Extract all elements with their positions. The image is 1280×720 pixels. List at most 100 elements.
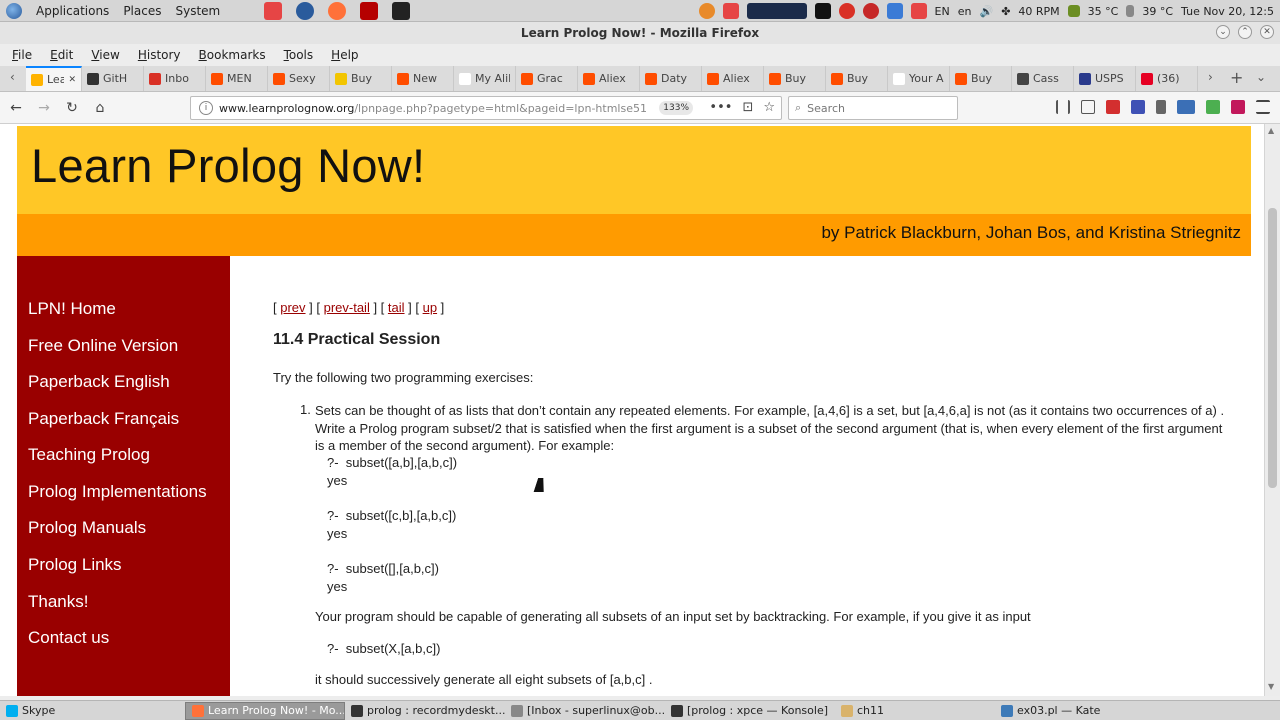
close-icon[interactable]: ✕: [1260, 25, 1274, 39]
menu-view[interactable]: View: [91, 48, 119, 62]
browser-tab[interactable]: Buy: [826, 66, 888, 91]
menu-edit[interactable]: Edit: [50, 48, 73, 62]
sidebar-icon[interactable]: [1081, 100, 1095, 114]
home-icon[interactable]: ⌂: [88, 96, 112, 120]
tray-app-icon[interactable]: [698, 3, 715, 19]
site-info-icon[interactable]: i: [199, 101, 213, 115]
extension-4-icon[interactable]: [1231, 100, 1245, 114]
tray-app3-icon[interactable]: [862, 3, 879, 19]
nav-link-tail[interactable]: tail: [388, 300, 405, 315]
scrollbar-thumb[interactable]: [1268, 208, 1277, 488]
browser-tab[interactable]: Sexy: [268, 66, 330, 91]
tray-skype-icon[interactable]: [886, 3, 903, 19]
taskbar-item-label: ch11: [857, 704, 885, 717]
scroll-up-icon[interactable]: ▲: [1268, 126, 1274, 135]
browser-tab[interactable]: Learn ✕: [26, 66, 82, 91]
minimize-icon[interactable]: ⌄: [1216, 25, 1230, 39]
download-helper-icon[interactable]: [1106, 100, 1120, 114]
clock[interactable]: Tue Nov 20, 12:5: [1181, 5, 1274, 18]
launcher-thunderbird-icon[interactable]: [296, 1, 315, 20]
sidebar-link-paperback-francais[interactable]: Paperback Français: [28, 409, 179, 429]
browser-tab[interactable]: My AliEx: [454, 66, 516, 91]
taskbar-item[interactable]: [Inbox - superlinux@ob...: [505, 702, 665, 720]
nav-link-prev[interactable]: prev: [280, 300, 305, 315]
tray-lang-indicator[interactable]: EN: [935, 5, 950, 18]
bookmark-star-icon[interactable]: ☆: [763, 100, 775, 115]
taskbar-item[interactable]: Skype: [0, 702, 185, 720]
browser-tab[interactable]: Aliex: [702, 66, 764, 91]
browser-tab[interactable]: Buy: [950, 66, 1012, 91]
library-icon[interactable]: [1056, 100, 1070, 114]
launcher-app-icon[interactable]: [264, 1, 283, 20]
page-scrollbar[interactable]: ▲ ▼: [1264, 124, 1280, 696]
os-menu-places[interactable]: Places: [123, 4, 161, 18]
sidebar-link-free-online[interactable]: Free Online Version: [28, 336, 178, 356]
browser-tab[interactable]: Buy: [330, 66, 392, 91]
launcher-terminal-icon[interactable]: [392, 1, 411, 20]
launcher-firefox-icon[interactable]: [328, 1, 347, 20]
tray-recorder-icon[interactable]: [722, 3, 739, 19]
sidebar-link-home[interactable]: LPN! Home: [28, 299, 116, 319]
new-tab-icon[interactable]: +: [1230, 68, 1243, 87]
search-input[interactable]: ⌕ Search: [788, 96, 958, 120]
url-bar[interactable]: i www.learnprolognow.org/lpnpage.php?pag…: [190, 96, 782, 120]
tab-list-icon[interactable]: ⌄: [1256, 70, 1266, 84]
nav-link-prev-tail[interactable]: prev-tail: [324, 300, 370, 315]
taskbar-item[interactable]: ch11: [835, 702, 995, 720]
browser-tab[interactable]: Aliex: [578, 66, 640, 91]
nav-link-up[interactable]: up: [423, 300, 437, 315]
taskbar-item-label: prolog : recordmydeskt...: [367, 704, 505, 717]
browser-tab[interactable]: Cass: [1012, 66, 1074, 91]
sidebar-link-implementations[interactable]: Prolog Implementations: [28, 482, 207, 502]
hamburger-menu-icon[interactable]: [1256, 100, 1270, 114]
browser-tab[interactable]: Buy: [764, 66, 826, 91]
menu-tools[interactable]: Tools: [284, 48, 314, 62]
menu-file[interactable]: File: [12, 48, 32, 62]
tray-lang-indicator-2[interactable]: en: [958, 5, 972, 18]
forward-icon[interactable]: →: [32, 96, 56, 120]
sidebar-link-paperback-english[interactable]: Paperback English: [28, 372, 170, 392]
taskbar-item[interactable]: Learn Prolog Now! - Mo...: [185, 701, 345, 720]
tab-scroll-left-icon[interactable]: ‹: [10, 70, 15, 84]
browser-tab[interactable]: GitH: [82, 66, 144, 91]
browser-tab[interactable]: MEN: [206, 66, 268, 91]
os-menu-system[interactable]: System: [175, 4, 220, 18]
pocket-icon[interactable]: ⊡: [742, 100, 753, 115]
sidebar-link-thanks[interactable]: Thanks!: [28, 592, 88, 612]
volume-icon[interactable]: 🔊: [979, 5, 993, 18]
browser-tab[interactable]: New: [392, 66, 454, 91]
sidebar-link-links[interactable]: Prolog Links: [28, 555, 122, 575]
scroll-down-icon[interactable]: ▼: [1268, 682, 1274, 691]
browser-tab[interactable]: Grac: [516, 66, 578, 91]
taskbar-item[interactable]: prolog : recordmydeskt...: [345, 702, 505, 720]
menu-help[interactable]: Help: [331, 48, 358, 62]
downloads-icon[interactable]: [1156, 100, 1166, 114]
sidebar-link-contact[interactable]: Contact us: [28, 628, 109, 648]
sidebar-link-manuals[interactable]: Prolog Manuals: [28, 518, 146, 538]
launcher-filezilla-icon[interactable]: [360, 1, 379, 20]
page-actions-icon[interactable]: •••: [709, 100, 732, 115]
taskbar-item[interactable]: ex03.pl — Kate: [995, 702, 1145, 720]
sidebar-link-teaching[interactable]: Teaching Prolog: [28, 445, 150, 465]
browser-tab[interactable]: Daty: [640, 66, 702, 91]
distro-logo-icon[interactable]: [6, 2, 22, 19]
tab-close-icon[interactable]: ✕: [68, 75, 76, 85]
browser-tab[interactable]: (36): [1136, 66, 1198, 91]
reload-icon[interactable]: ↻: [60, 96, 84, 120]
zoom-indicator[interactable]: 133%: [659, 101, 693, 115]
menu-bookmarks[interactable]: Bookmarks: [199, 48, 266, 62]
tray-app2-icon[interactable]: [838, 3, 855, 19]
extension-2-icon[interactable]: [1177, 100, 1195, 114]
browser-tab[interactable]: Inbo: [144, 66, 206, 91]
maximize-icon[interactable]: ⌃: [1238, 25, 1252, 39]
extension-3-icon[interactable]: [1206, 100, 1220, 114]
menu-history[interactable]: History: [138, 48, 181, 62]
back-icon[interactable]: ←: [4, 96, 28, 120]
os-menu-applications[interactable]: Applications: [36, 4, 109, 18]
browser-tab[interactable]: Your AliE: [888, 66, 950, 91]
browser-tab[interactable]: USPS: [1074, 66, 1136, 91]
tab-scroll-right-icon[interactable]: ›: [1208, 70, 1213, 84]
taskbar-item[interactable]: [prolog : xpce — Konsole]: [665, 702, 835, 720]
tray-app4-icon[interactable]: [910, 3, 927, 19]
extension-icon[interactable]: [1131, 100, 1145, 114]
